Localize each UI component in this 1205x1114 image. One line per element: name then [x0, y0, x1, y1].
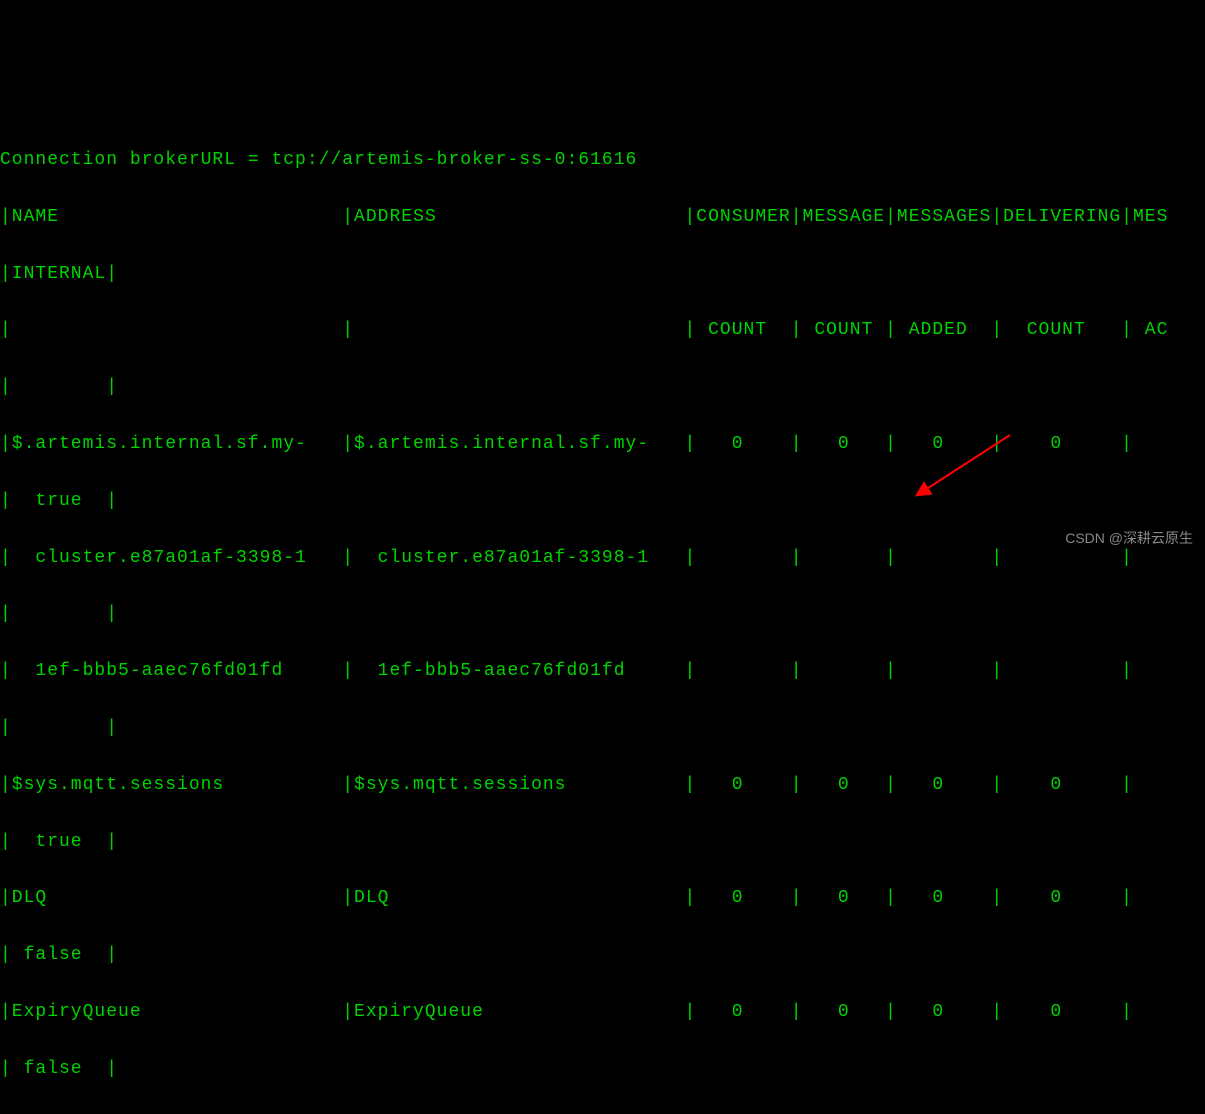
terminal-output: Connection brokerURL = tcp://artemis-bro… [0, 115, 1205, 1114]
header-row-1: |NAME |ADDRESS |CONSUMER|MESSAGE|MESSAGE… [0, 203, 1205, 231]
table-row: |$.artemis.internal.sf.my- |$.artemis.in… [0, 430, 1205, 458]
watermark-text: CSDN @深耕云原生 [1065, 527, 1193, 549]
table-row: |TEST |TEST | 0 | 200 | 200 | 0 | [0, 1112, 1205, 1114]
header-row-3: | | | COUNT | COUNT | ADDED | COUNT | AC [0, 316, 1205, 344]
connection-line: Connection brokerURL = tcp://artemis-bro… [0, 146, 1205, 174]
table-row: | cluster.e87a01af-3398-1 | cluster.e87a… [0, 544, 1205, 572]
header-row-2: |INTERNAL| [0, 260, 1205, 288]
table-row: | | [0, 600, 1205, 628]
table-row: | false | [0, 1055, 1205, 1083]
table-row: |$sys.mqtt.sessions |$sys.mqtt.sessions … [0, 771, 1205, 799]
table-row: | false | [0, 941, 1205, 969]
table-row: |DLQ |DLQ | 0 | 0 | 0 | 0 | [0, 884, 1205, 912]
table-row: |ExpiryQueue |ExpiryQueue | 0 | 0 | 0 | … [0, 998, 1205, 1026]
header-row-4: | | [0, 373, 1205, 401]
table-row: | true | [0, 487, 1205, 515]
table-row: | true | [0, 828, 1205, 856]
table-row: | | [0, 714, 1205, 742]
table-row: | 1ef-bbb5-aaec76fd01fd | 1ef-bbb5-aaec7… [0, 657, 1205, 685]
